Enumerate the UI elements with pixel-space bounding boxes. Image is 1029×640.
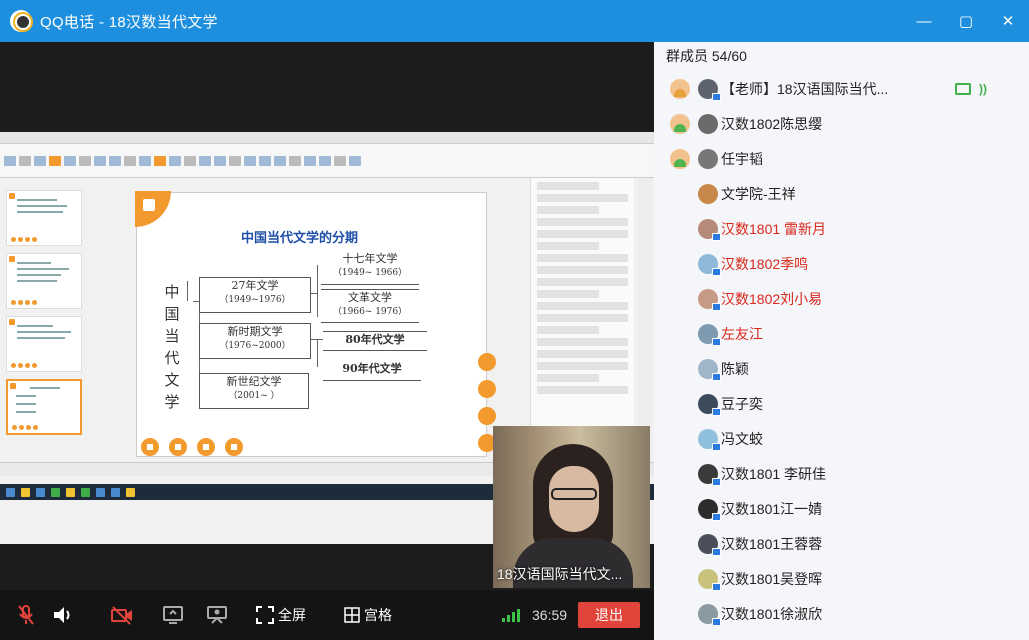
slide-thumbnail — [6, 190, 82, 246]
subperiod-box: 文革文学 （1966~ 1976） — [321, 289, 419, 323]
fullscreen-button[interactable]: 全屏 — [256, 605, 306, 625]
avatar — [698, 218, 721, 241]
network-signal-icon — [502, 608, 520, 622]
subperiod-box: 80年代文学 — [323, 331, 427, 351]
call-timer: 36:59 — [532, 607, 568, 623]
member-row[interactable]: 陈颖 — [654, 351, 1029, 386]
member-row[interactable]: 汉数1801王蓉蓉 — [654, 526, 1029, 561]
window-title: QQ电话 - 18汉数当代文学 — [40, 13, 218, 31]
subperiod-box: 90年代文学 — [323, 361, 421, 381]
close-icon[interactable]: ✕ — [987, 0, 1029, 42]
qq-logo-icon — [10, 10, 32, 32]
avatar — [698, 148, 718, 169]
slide-thumbnail — [6, 253, 82, 309]
presenter-icon[interactable] — [206, 605, 228, 625]
member-row[interactable]: 豆子奕 — [654, 386, 1029, 421]
screen-sharing-icon — [955, 82, 971, 95]
wps-ribbon — [0, 144, 654, 178]
members-header: 群成员 54/60 — [666, 48, 747, 64]
avatar — [698, 323, 721, 346]
camera-off-icon[interactable] — [110, 605, 134, 625]
slide-corner-decoration — [135, 191, 171, 227]
period-box: 新世纪文学 （2001~ ） — [199, 373, 309, 409]
avatar — [698, 358, 721, 381]
members-panel: 群成员 54/60 【老师】18汉语国际当代... )) 汉数1802陈思缨 任… — [654, 42, 1029, 640]
member-row[interactable]: 汉数1801徐淑欣 — [654, 596, 1029, 631]
fullscreen-icon — [256, 606, 274, 624]
member-row[interactable]: 文学院-王祥 — [654, 176, 1029, 211]
avatar — [698, 78, 721, 101]
maximize-icon[interactable]: ▢ — [945, 0, 987, 42]
slide-thumbnail — [6, 316, 82, 372]
video-caption: 18汉语国际当代文... — [497, 566, 623, 582]
wps-side-toolbar — [638, 178, 652, 468]
speaker-icon[interactable] — [52, 605, 74, 625]
animation-pane — [530, 178, 634, 468]
title-bar: QQ电话 - 18汉数当代文学 — ▢ ✕ — [0, 0, 1029, 42]
subperiod-box: 十七年文学 （1949~ 1966） — [321, 251, 419, 285]
slide-title: 中国当代文学的分期 — [241, 231, 359, 246]
period-box: 新时期文学 （1976~2000） — [199, 323, 311, 359]
member-role-icon — [670, 113, 690, 134]
avatar — [698, 463, 721, 486]
member-row[interactable]: 汉数1802季鸣 — [654, 246, 1029, 281]
avatar — [698, 393, 721, 416]
avatar — [698, 183, 718, 204]
screen-share-icon[interactable] — [162, 605, 184, 625]
video-thumbnail[interactable]: 18汉语国际当代文... — [493, 426, 650, 588]
grid-icon — [344, 607, 360, 623]
member-row[interactable]: 汉数1801 李研佳 — [654, 456, 1029, 491]
wps-tab-strip — [0, 132, 654, 144]
member-role-icon — [670, 148, 690, 169]
slide-thumbnails — [6, 190, 90, 480]
slide-thumbnail-selected — [6, 379, 82, 435]
member-row[interactable]: 汉数1801 雷新月 — [654, 211, 1029, 246]
slide-bottom-decoration — [141, 438, 243, 456]
avatar — [698, 498, 721, 521]
speaking-icon: )) — [979, 81, 987, 96]
teacher-role-icon — [670, 78, 690, 99]
avatar — [698, 113, 718, 134]
member-row[interactable]: 汉数1801江一婧 — [654, 491, 1029, 526]
call-toolbar: 全屏 宫格 36:59 退出 — [0, 590, 654, 640]
period-box: 27年文学 （1949~1976） — [199, 277, 311, 313]
mic-muted-icon[interactable] — [16, 604, 36, 626]
member-row[interactable]: 冯文蛟 — [654, 421, 1029, 456]
member-row[interactable]: 汉数1802刘小易 — [654, 281, 1029, 316]
member-row[interactable]: 任宇韬 — [654, 141, 1029, 176]
member-row[interactable]: 汉数1801吴登晖 — [654, 561, 1029, 596]
avatar — [698, 428, 721, 451]
avatar — [698, 533, 721, 556]
avatar — [698, 253, 721, 276]
avatar — [698, 288, 721, 311]
avatar — [698, 568, 721, 591]
member-row[interactable]: 【老师】18汉语国际当代... )) — [654, 71, 1029, 106]
exit-button[interactable]: 退出 — [578, 602, 640, 628]
current-slide: 中国当代文学的分期 中国当代文学 27年文学 （1949~1976） 新时期文学… — [135, 191, 496, 457]
member-row[interactable]: 左友江 — [654, 316, 1029, 351]
member-row[interactable]: 汉数1802陈思缨 — [654, 106, 1029, 141]
grid-view-button[interactable]: 宫格 — [344, 605, 392, 625]
window-controls: — ▢ ✕ — [903, 0, 1029, 42]
avatar — [698, 603, 721, 626]
minimize-icon[interactable]: — — [903, 0, 945, 42]
slide-vertical-title: 中国当代文学 — [164, 283, 180, 411]
